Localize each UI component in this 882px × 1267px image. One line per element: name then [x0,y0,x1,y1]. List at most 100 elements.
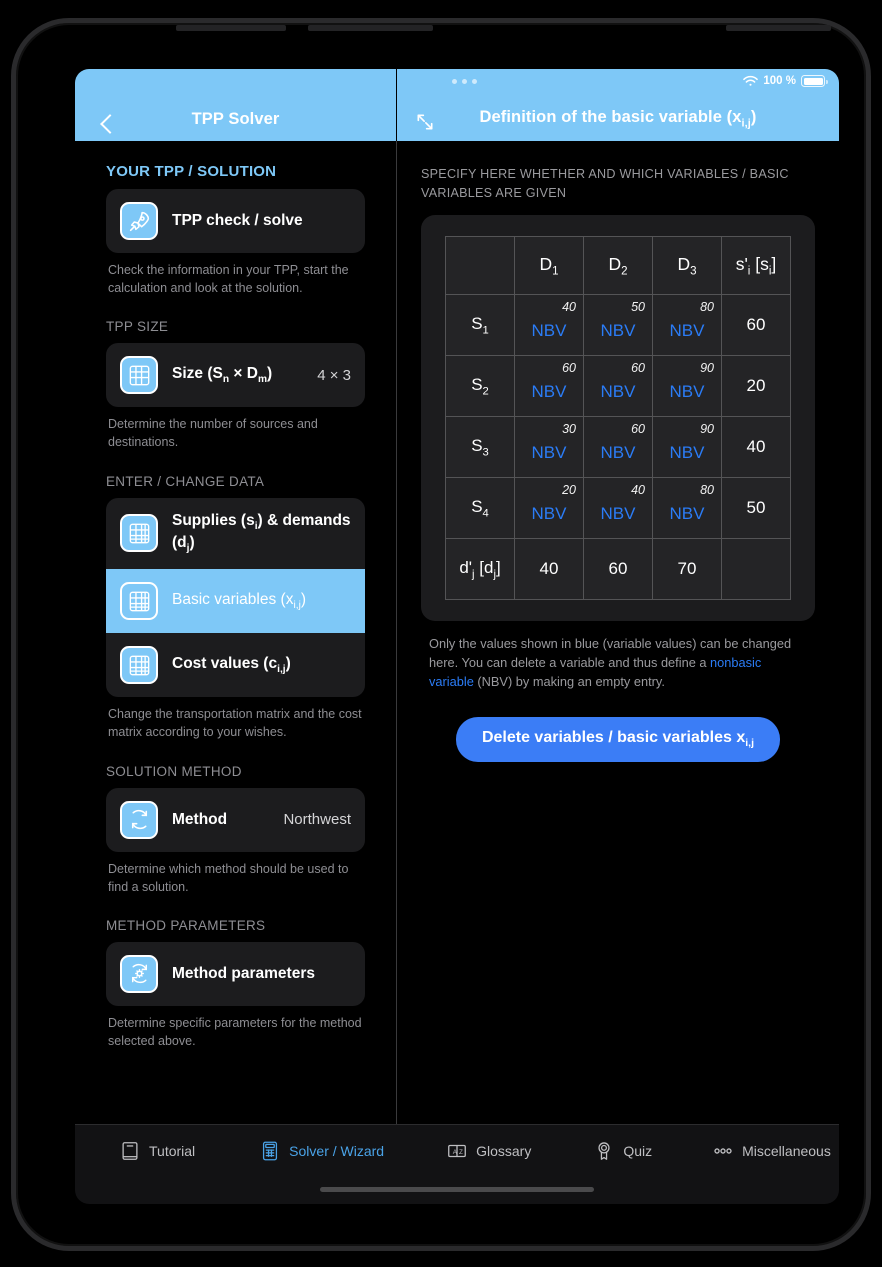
matrix-demand-row: d'j [dj] 40 60 70 [445,537,791,600]
cell-variable: NBV [669,321,705,341]
cell-variable: NBV [531,382,567,402]
left-nav-title: TPP Solver [191,110,280,128]
matrix-cell[interactable]: 90 NBV [652,415,722,478]
right-navbar: Definition of the basic variable (xi,j) … [397,69,839,141]
sidebar-item-cost-values[interactable]: Cost values (ci,j) [106,633,365,697]
matrix-cell[interactable]: 80 NBV [652,293,722,356]
delete-button-label: Delete variables / basic variables x [481,729,746,747]
matrix-row-header: S4 [445,476,515,539]
sidebar-section-heading-method-params: METHOD PARAMETERS [106,917,266,933]
cell-cost: 60 [562,360,576,375]
sidebar-section-heading-method: SOLUTION METHOD [106,763,242,779]
calculator-icon [263,1141,278,1161]
grid-icon [120,582,158,621]
matrix-demand-cell: 70 [652,537,722,600]
card-enter-change-data: Supplies (si) & demands (dj) Basic varia… [106,497,365,698]
tab-miscellaneous[interactable]: Miscellaneous [706,1140,837,1162]
matrix-card: D1 D2 D3 s'i [si] S1 40 NBV 50 NBV 80 NBV 60 S2 60 NBV… [421,214,815,621]
matrix-row: S2 60 NBV 60 NBV 90 NBV 20 [445,354,791,417]
sidebar-section-heading-data: ENTER / CHANGE DATA [106,473,265,489]
tab-quiz[interactable]: Quiz [587,1140,658,1162]
cell-cost: 60 [631,360,645,375]
tab-label: Quiz [623,1143,653,1159]
sidebar-item-label: Method [172,810,228,828]
cell-cost: 20 [562,482,576,497]
size-label-mid: × D [229,364,258,382]
cell-variable: NBV [531,321,567,341]
sidebar-item-label: Basic variables (xi,j) [172,590,351,613]
cell-cost: 40 [562,299,576,314]
sidebar-item-method-parameters[interactable]: Method parameters [106,942,365,1006]
sidebar-item-label: Supplies (si) & demands (dj) [172,511,351,557]
cost-label-sub1: i,j [277,663,286,675]
cell-variable: NBV [600,443,636,463]
grid-icon [120,646,158,685]
main-panel: SPECIFY HERE WHETHER AND WHICH VARIABLES… [397,141,839,1124]
cell-variable: NBV [600,382,636,402]
tab-tutorial[interactable]: Tutorial [113,1140,201,1162]
tab-label: Glossary [476,1143,532,1159]
top-bars: TPP Solver Definition of the basic varia… [75,69,839,141]
right-nav-title-suffix: ) [750,107,757,126]
matrix-demand-header: d'j [dj] [445,537,515,600]
tab-solver-wizard[interactable]: Solver / Wizard [253,1140,390,1162]
method-value: Northwest [283,811,351,828]
right-nav-title-sub: i,j [741,117,751,129]
matrix-cell[interactable]: 90 NBV [652,354,722,417]
svg-text:A: A [453,1149,458,1156]
matrix-col-header: s'i [si] [721,235,791,295]
sidebar-item-tpp-check[interactable]: TPP check / solve [106,189,365,253]
expand-arrows-icon[interactable] [415,112,435,132]
matrix-cell[interactable]: 60 NBV [583,415,653,478]
cell-cost: 80 [700,299,714,314]
sidebar-item-supplies-demands[interactable]: Supplies (si) & demands (dj) [106,498,365,570]
matrix-cell[interactable]: 50 NBV [583,293,653,356]
svg-text:Z: Z [459,1149,463,1156]
basicvars-label-pre: Basic variables (x [172,590,294,608]
matrix-col-header: D2 [583,235,653,295]
delete-button-sub: i,j [745,737,755,750]
sidebar-item-method[interactable]: Method Northwest [106,788,365,852]
matrix-corner-cell [445,235,515,295]
matrix-cell[interactable]: 60 NBV [514,354,584,417]
sidebar-section-heading-size: TPP SIZE [106,319,169,335]
matrix-row: S3 30 NBV 60 NBV 90 NBV 40 [445,415,791,478]
cell-cost: 30 [562,421,576,436]
cell-cost: 60 [631,421,645,436]
matrix-col-header: D3 [652,235,722,295]
battery-full-icon [801,75,828,87]
home-indicator [320,1187,594,1192]
matrix-row-header: S3 [445,415,515,478]
wifi-icon [743,75,759,86]
left-navbar: TPP Solver [75,69,396,141]
delete-variables-button[interactable]: Delete variables / basic variables xi,j [455,717,781,762]
sidebar-item-size[interactable]: Size (Sn × Dm) 4 × 3 [106,343,365,407]
device-frame: TPP Solver Definition of the basic varia… [11,18,871,1251]
matrix-cell[interactable]: 20 NBV [514,476,584,539]
cell-variable: NBV [669,443,705,463]
award-ribbon-icon [598,1142,610,1160]
cell-cost: 40 [631,482,645,497]
right-nav-title-prefix: Definition of the basic variable (x [479,107,742,126]
matrix-cell[interactable]: 40 NBV [514,293,584,356]
sidebar-item-basic-variables[interactable]: Basic variables (xi,j) [106,569,365,634]
cell-cost: 80 [700,482,714,497]
matrix-supply-cell: 60 [721,293,791,356]
matrix-row: S4 20 NBV 40 NBV 80 NBV 50 [445,476,791,539]
matrix-cell[interactable]: 60 NBV [583,354,653,417]
matrix-header-row: D1 D2 D3 s'i [si] [445,235,791,295]
matrix-cell[interactable]: 30 NBV [514,415,584,478]
card-tpp-check: TPP check / solve [106,189,365,253]
cell-cost: 90 [700,360,714,375]
matrix-supply-cell: 40 [721,415,791,478]
matrix-cell[interactable]: 80 NBV [652,476,722,539]
chevron-left-icon[interactable] [100,114,120,134]
size-label-sub2: m [257,373,268,385]
tab-glossary[interactable]: A Z Glossary [440,1140,537,1162]
card-method-parameters: Method parameters [106,941,365,1006]
matrix-cell[interactable]: 40 NBV [583,476,653,539]
matrix-row-header: S1 [445,293,515,356]
cell-variable: NBV [600,321,636,341]
app-screen: TPP Solver Definition of the basic varia… [75,69,839,1204]
basicvars-label-sub1: i,j [293,599,301,611]
